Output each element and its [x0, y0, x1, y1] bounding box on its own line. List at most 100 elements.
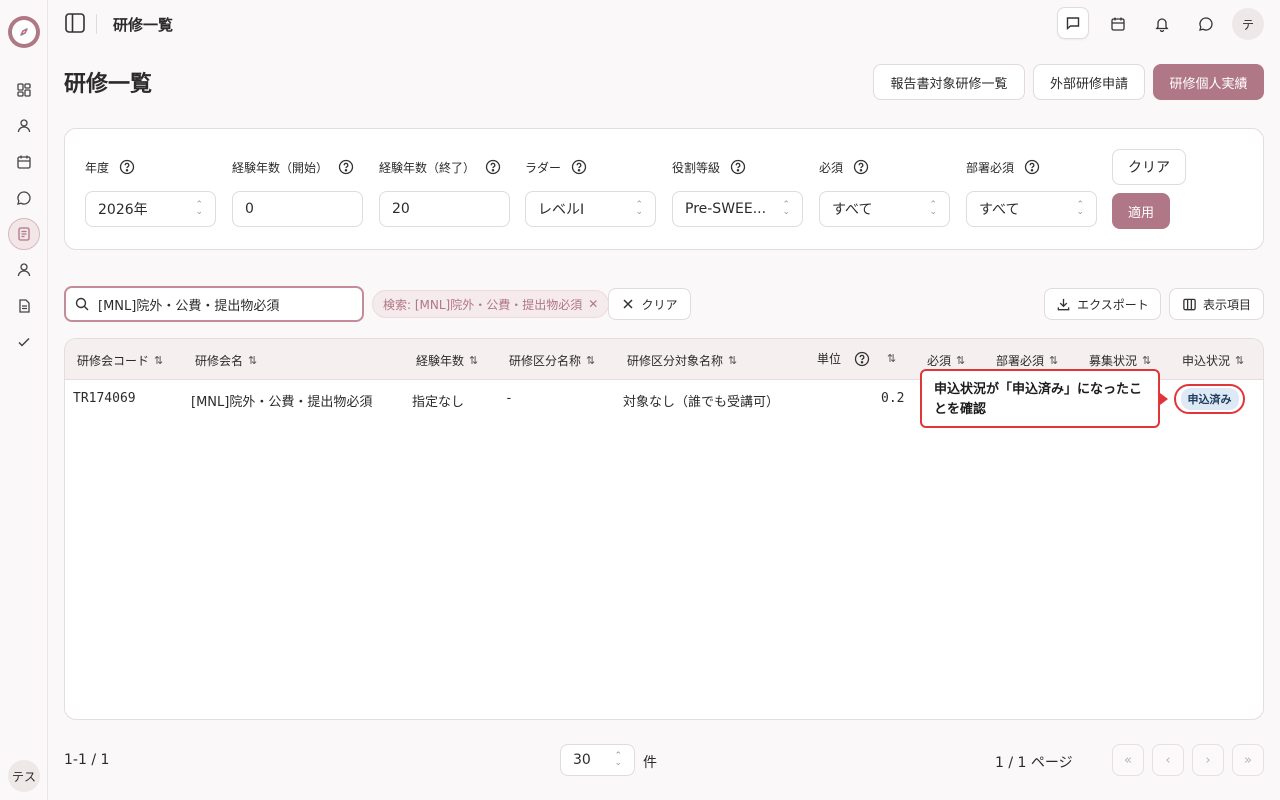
- sort-icon: ⇅: [887, 352, 897, 365]
- cell-experience: 指定なし: [412, 395, 465, 410]
- exp-end-value: 20: [392, 201, 410, 217]
- col-header-name[interactable]: 研修会名 ⇅: [195, 352, 257, 369]
- help-icon[interactable]: [485, 159, 501, 175]
- search-input[interactable]: [MNL]院外・公費・提出物必須: [64, 286, 364, 322]
- exp-end-input[interactable]: 20: [379, 191, 510, 227]
- user-avatar[interactable]: テ: [1232, 8, 1264, 40]
- training-list-icon[interactable]: [8, 218, 40, 250]
- app-logo[interactable]: [8, 16, 40, 48]
- col-header-recruit-status[interactable]: 募集状況 ⇅: [1089, 352, 1151, 369]
- exp-end-label: 経験年数（終了）: [379, 158, 501, 176]
- search-clear-button[interactable]: クリア: [608, 288, 691, 320]
- help-icon[interactable]: [119, 159, 135, 175]
- calendar-button[interactable]: [1102, 8, 1134, 40]
- col-header-dept-required[interactable]: 部署必須 ⇅: [996, 352, 1058, 369]
- document-icon[interactable]: [12, 294, 36, 318]
- download-icon: [1057, 298, 1070, 310]
- help-icon[interactable]: [854, 351, 870, 367]
- help-icon[interactable]: [571, 159, 587, 175]
- help-icon[interactable]: [730, 159, 746, 175]
- columns-button[interactable]: 表示項目: [1169, 288, 1264, 320]
- role-select[interactable]: Pre-SWEE... ⌃ ⌄: [672, 191, 803, 227]
- chevrons-left-icon: «: [1124, 752, 1132, 768]
- annotation-callout: 申込状況が「申込済み」になったことを確認: [920, 369, 1160, 428]
- year-select[interactable]: 2026年 ⌃ ⌄: [85, 191, 216, 227]
- search-filter-chip: 検索: [MNL]院外・公費・提出物必須 ✕: [372, 290, 610, 318]
- year-label-text: 年度: [85, 160, 110, 175]
- next-page-button[interactable]: ›: [1192, 744, 1224, 776]
- year-label: 年度: [85, 158, 135, 176]
- chat-icon[interactable]: [12, 186, 36, 210]
- search-clear-label: クリア: [641, 297, 678, 312]
- profile-icon[interactable]: [12, 258, 36, 282]
- sidebar: テス: [0, 0, 48, 800]
- chevron-updown-icon: ⌃ ⌄: [195, 200, 203, 217]
- chevrons-right-icon: »: [1244, 752, 1252, 768]
- sort-icon: ⇅: [1142, 354, 1152, 367]
- header-title: 研修一覧: [113, 16, 174, 34]
- ladder-label-text: ラダー: [525, 160, 562, 175]
- prev-page-button[interactable]: ‹: [1152, 744, 1184, 776]
- user-icon[interactable]: [12, 114, 36, 138]
- notification-button[interactable]: [1146, 8, 1178, 40]
- sidebar-avatar[interactable]: テス: [8, 760, 40, 792]
- col-header-apply-status[interactable]: 申込状況 ⇅: [1182, 352, 1244, 369]
- sort-icon: ⇅: [469, 354, 479, 367]
- help-icon[interactable]: [338, 159, 354, 175]
- col-required-label: 必須: [927, 354, 952, 368]
- help-icon[interactable]: [1024, 159, 1040, 175]
- result-range: 1-1 / 1: [64, 752, 110, 768]
- col-unit-label: 単位: [817, 352, 842, 366]
- export-label: エクスポート: [1077, 297, 1149, 312]
- external-training-request-button[interactable]: 外部研修申請: [1033, 64, 1145, 100]
- per-page-value: 30: [573, 752, 591, 768]
- check-icon[interactable]: [12, 330, 36, 354]
- col-experience-label: 経験年数: [416, 354, 465, 368]
- col-header-experience[interactable]: 経験年数 ⇅: [416, 352, 478, 369]
- col-dept-required-label: 部署必須: [996, 354, 1045, 368]
- dept-required-select[interactable]: すべて ⌃ ⌄: [966, 191, 1097, 227]
- chip-close-icon[interactable]: ✕: [588, 297, 598, 311]
- col-header-code[interactable]: 研修会コード ⇅: [77, 352, 163, 369]
- first-page-button[interactable]: «: [1112, 744, 1144, 776]
- chat-button[interactable]: [1190, 8, 1222, 40]
- col-name-label: 研修会名: [195, 354, 244, 368]
- exp-end-label-text: 経験年数（終了）: [379, 160, 476, 175]
- message-button[interactable]: [1057, 7, 1089, 39]
- col-header-unit[interactable]: 単位 ⇅: [817, 350, 896, 367]
- last-page-button[interactable]: »: [1232, 744, 1264, 776]
- col-recruit-status-label: 募集状況: [1089, 354, 1138, 368]
- required-select[interactable]: すべて ⌃ ⌄: [819, 191, 950, 227]
- filter-apply-button[interactable]: 適用: [1112, 193, 1170, 229]
- exp-start-value: 0: [245, 201, 254, 217]
- exp-start-input[interactable]: 0: [232, 191, 363, 227]
- chevron-updown-icon: ⌃ ⌄: [614, 751, 622, 768]
- dashboard-icon[interactable]: [12, 78, 36, 102]
- report-training-list-button[interactable]: 報告書対象研修一覧: [873, 64, 1025, 100]
- sort-icon: ⇅: [154, 354, 164, 367]
- dept-required-label-text: 部署必須: [966, 160, 1015, 175]
- per-page-select[interactable]: 30 ⌃ ⌄: [560, 744, 635, 776]
- cell-unit: 0.2: [881, 391, 905, 406]
- help-icon[interactable]: [853, 159, 869, 175]
- calendar-icon[interactable]: [12, 150, 36, 174]
- required-value: すべて: [832, 202, 873, 218]
- sidebar-toggle-icon[interactable]: [64, 12, 86, 34]
- col-header-category[interactable]: 研修区分名称 ⇅: [509, 352, 595, 369]
- apply-status-badge-highlight: 申込済み: [1174, 384, 1245, 414]
- role-value: Pre-SWEE...: [685, 201, 767, 217]
- personal-record-button[interactable]: 研修個人実績: [1153, 64, 1264, 100]
- cell-name: [MNL]院外・公費・提出物必須: [191, 395, 373, 410]
- close-icon: [623, 299, 634, 309]
- col-header-required[interactable]: 必須 ⇅: [927, 352, 965, 369]
- chevron-updown-icon: ⌃ ⌄: [782, 200, 790, 217]
- ladder-select[interactable]: レベルⅠ ⌃ ⌄: [525, 191, 656, 227]
- col-header-target[interactable]: 研修区分対象名称 ⇅: [627, 352, 737, 369]
- page-info: 1 / 1 ページ: [995, 755, 1073, 771]
- export-button[interactable]: エクスポート: [1044, 288, 1161, 320]
- required-label: 必須: [819, 158, 869, 176]
- filter-clear-button[interactable]: クリア: [1112, 149, 1186, 185]
- chevron-updown-icon: ⌃ ⌄: [635, 200, 643, 217]
- chevron-right-icon: ›: [1205, 752, 1211, 768]
- col-category-label: 研修区分名称: [509, 354, 582, 368]
